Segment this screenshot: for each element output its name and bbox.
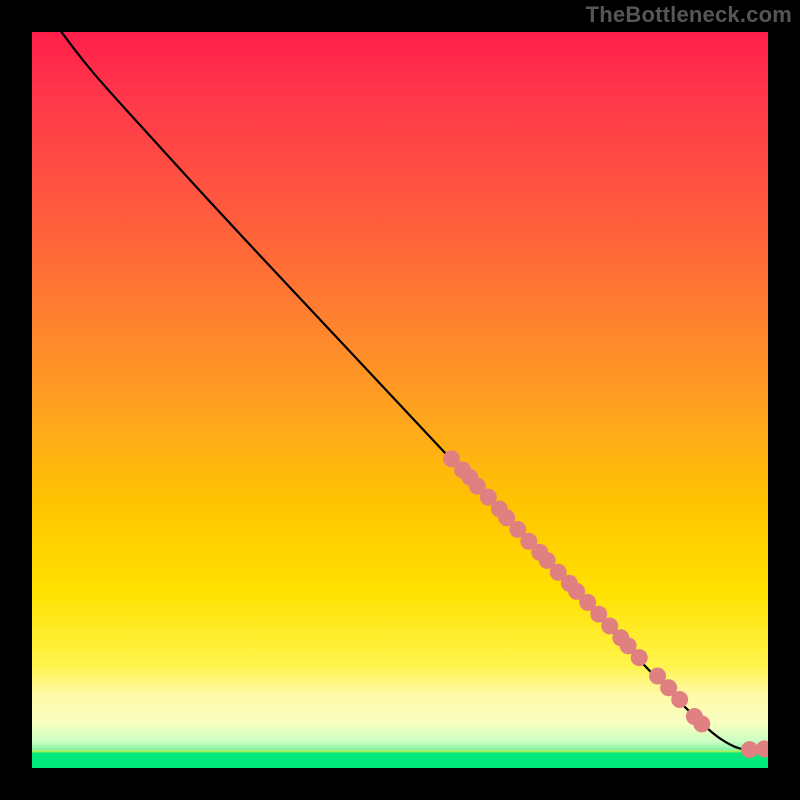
data-point — [741, 741, 758, 758]
data-point — [671, 691, 688, 708]
attribution-label: TheBottleneck.com — [586, 2, 792, 28]
data-point — [693, 715, 710, 732]
data-point — [631, 649, 648, 666]
data-point — [756, 740, 768, 757]
data-point-cluster — [443, 450, 768, 758]
chart-stage: TheBottleneck.com — [0, 0, 800, 800]
bottleneck-curve — [61, 32, 768, 750]
plot-overlay — [32, 32, 768, 768]
